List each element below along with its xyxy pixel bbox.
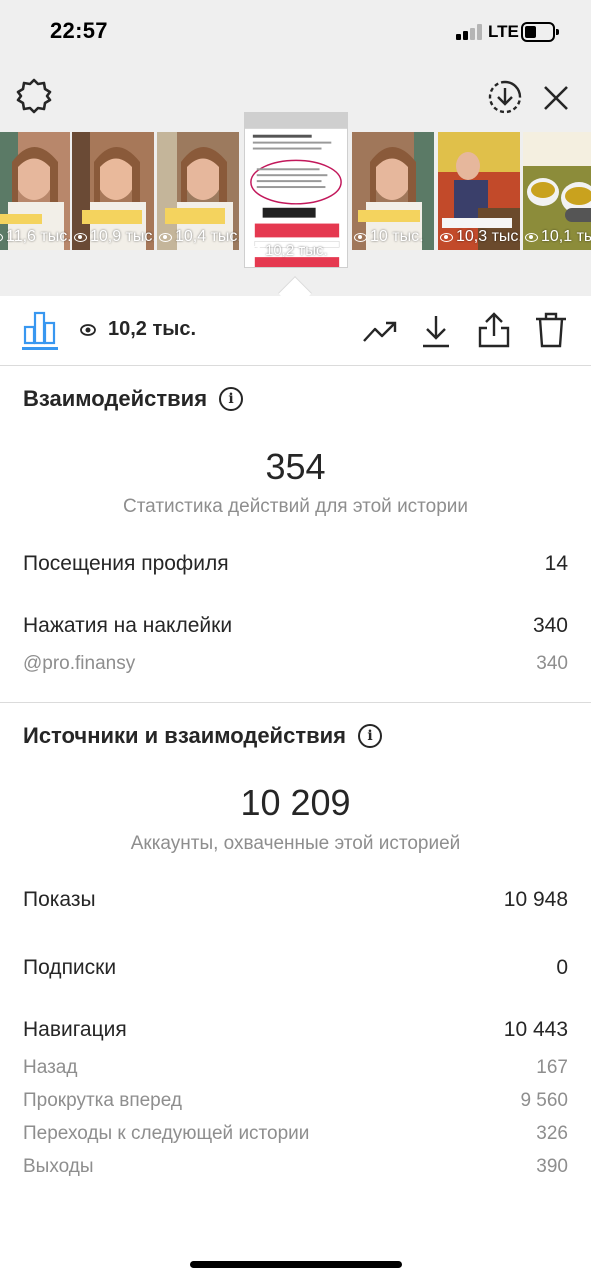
story-archive-header: 22:57 LTE 11,6 тыс. 10,9 тыс. 10,4 тыс. … <box>0 0 591 296</box>
interactions-section-title: Взаимодействия i <box>23 386 244 412</box>
interactions-caption: Статистика действий для этой истории <box>122 496 469 517</box>
navigation-row: Навигация 10 443 <box>23 1018 568 1041</box>
eye-icon <box>440 232 453 242</box>
eye-icon <box>159 232 172 242</box>
views-count: 10,2 тыс. <box>80 318 196 341</box>
info-icon[interactable]: i <box>357 724 382 748</box>
share-icon[interactable] <box>475 310 513 350</box>
interactions-total: 354 <box>265 446 326 487</box>
info-icon[interactable]: i <box>219 387 244 411</box>
gear-icon[interactable] <box>14 76 54 116</box>
story-views: 10,1 тыс. <box>525 228 591 246</box>
story-views: 10,2 тыс. <box>249 242 328 259</box>
reach-total: 10 209 <box>240 782 351 823</box>
story-views: 10,3 тыс. <box>440 228 520 246</box>
follows-row: Подписки 0 <box>23 956 568 979</box>
insights-toolbar: 10,2 тыс. <box>0 296 591 366</box>
eye-icon <box>354 232 367 242</box>
battery-icon <box>521 22 559 42</box>
signal-icon <box>456 24 482 40</box>
navigation-forward-row: Прокрутка вперед 9 560 <box>23 1090 568 1111</box>
eye-icon <box>525 232 538 242</box>
story-thumbnail[interactable]: 10 тыс. <box>352 132 434 250</box>
story-views: 10,9 тыс. <box>74 228 154 246</box>
eye-icon <box>249 246 262 255</box>
bar-chart-icon[interactable] <box>22 308 58 346</box>
story-views: 10,4 тыс. <box>159 228 239 246</box>
active-tab-indicator <box>22 347 58 350</box>
navigation-next-story-row: Переходы к следующей истории 326 <box>23 1123 568 1144</box>
close-icon[interactable] <box>538 80 574 116</box>
reach-caption: Аккаунты, охваченные этой историей <box>130 833 461 854</box>
discovery-section-title: Источники и взаимодействия i <box>23 723 382 749</box>
sticker-taps-row: Нажатия на наклейки 340 <box>23 614 568 637</box>
views-value: 10,2 тыс. <box>108 318 197 340</box>
home-indicator[interactable] <box>190 1261 402 1268</box>
status-bar: 22:57 LTE <box>0 0 591 66</box>
impressions-row: Показы 10 948 <box>23 888 568 911</box>
eye-icon <box>80 323 96 336</box>
trend-up-icon[interactable] <box>360 314 400 348</box>
trash-icon[interactable] <box>532 310 570 350</box>
story-views: 10 тыс. <box>354 228 424 246</box>
download-circle-icon[interactable] <box>486 78 524 116</box>
story-thumbnail[interactable]: 10,1 тыс. <box>523 132 591 250</box>
navigation-back-row: Назад 167 <box>23 1057 568 1078</box>
story-views: 11,6 тыс. <box>0 228 70 246</box>
story-thumbnail-selected[interactable]: 10,2 тыс. <box>244 112 348 268</box>
eye-icon <box>0 232 3 242</box>
story-thumbnail-strip[interactable]: 11,6 тыс. 10,9 тыс. 10,4 тыс. 10,2 тыс. … <box>0 112 591 272</box>
network-type: LTE <box>488 22 519 41</box>
story-thumbnail[interactable]: 10,3 тыс. <box>438 132 520 250</box>
mention-sticker-row: @pro.finansy 340 <box>23 653 568 674</box>
story-thumbnail[interactable]: 10,4 тыс. <box>157 132 239 250</box>
story-thumbnail[interactable]: 10,9 тыс. <box>72 132 154 250</box>
section-divider <box>0 702 591 703</box>
status-time: 22:57 <box>50 18 108 43</box>
story-thumbnail[interactable]: 11,6 тыс. <box>0 132 70 250</box>
navigation-exits-row: Выходы 390 <box>23 1156 568 1177</box>
download-icon[interactable] <box>418 312 454 350</box>
profile-visits-row: Посещения профиля 14 <box>23 552 568 575</box>
eye-icon <box>74 232 87 242</box>
